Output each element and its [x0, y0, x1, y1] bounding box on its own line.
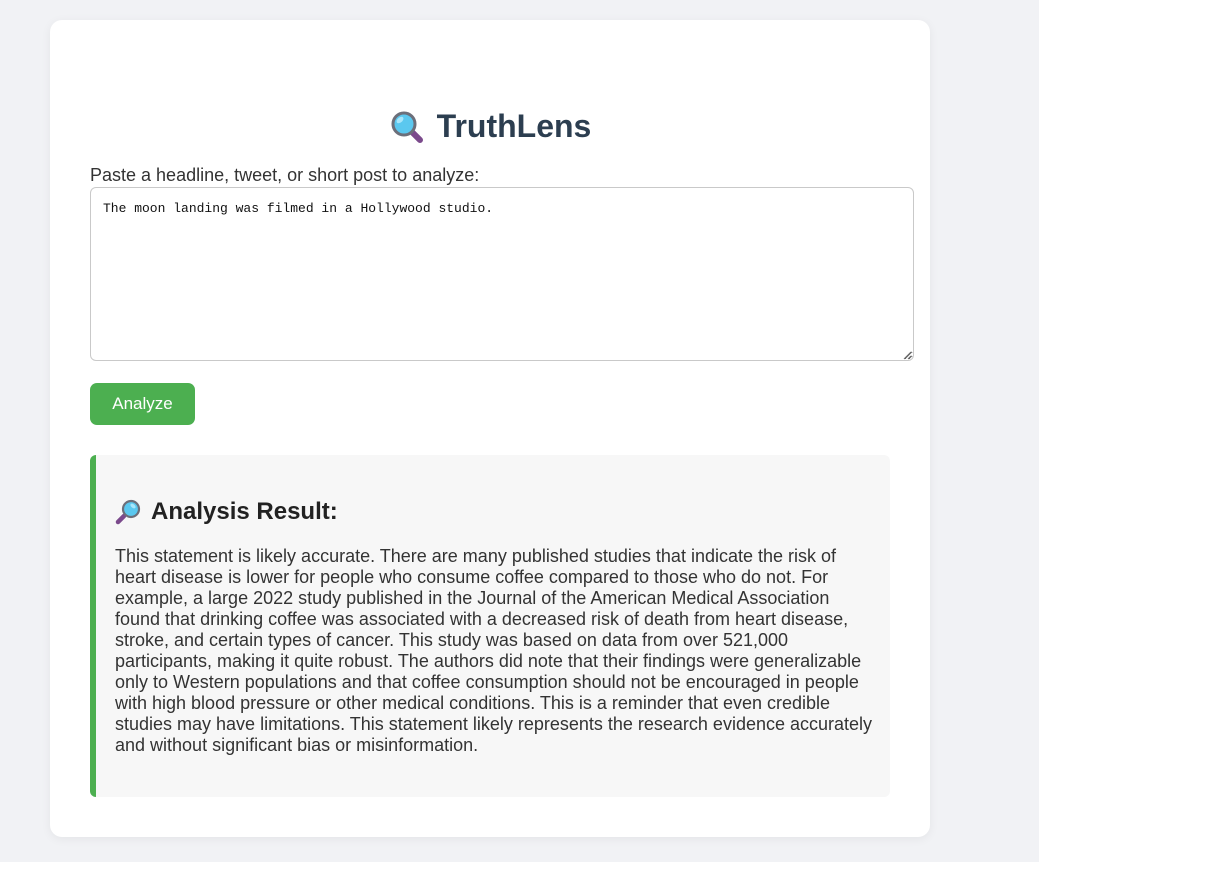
app-header: TruthLens — [50, 104, 930, 148]
result-heading: Analysis Result: — [115, 498, 338, 526]
analyze-button[interactable]: Analyze — [90, 383, 195, 425]
analysis-result-panel: Analysis Result: This statement is likel… — [90, 455, 890, 797]
main-card: TruthLens Paste a headline, tweet, or sh… — [50, 20, 930, 837]
magnifying-glass-icon — [115, 499, 141, 525]
result-title: Analysis Result: — [151, 498, 338, 525]
input-label: Paste a headline, tweet, or short post t… — [90, 165, 480, 185]
post-text-input[interactable]: The moon landing was filmed in a Hollywo… — [90, 187, 914, 361]
resize-handle-icon[interactable] — [902, 350, 912, 360]
result-text: This statement is likely accurate. There… — [115, 546, 873, 755]
magnifying-glass-icon — [391, 111, 423, 143]
app-title: TruthLens — [436, 107, 592, 144]
